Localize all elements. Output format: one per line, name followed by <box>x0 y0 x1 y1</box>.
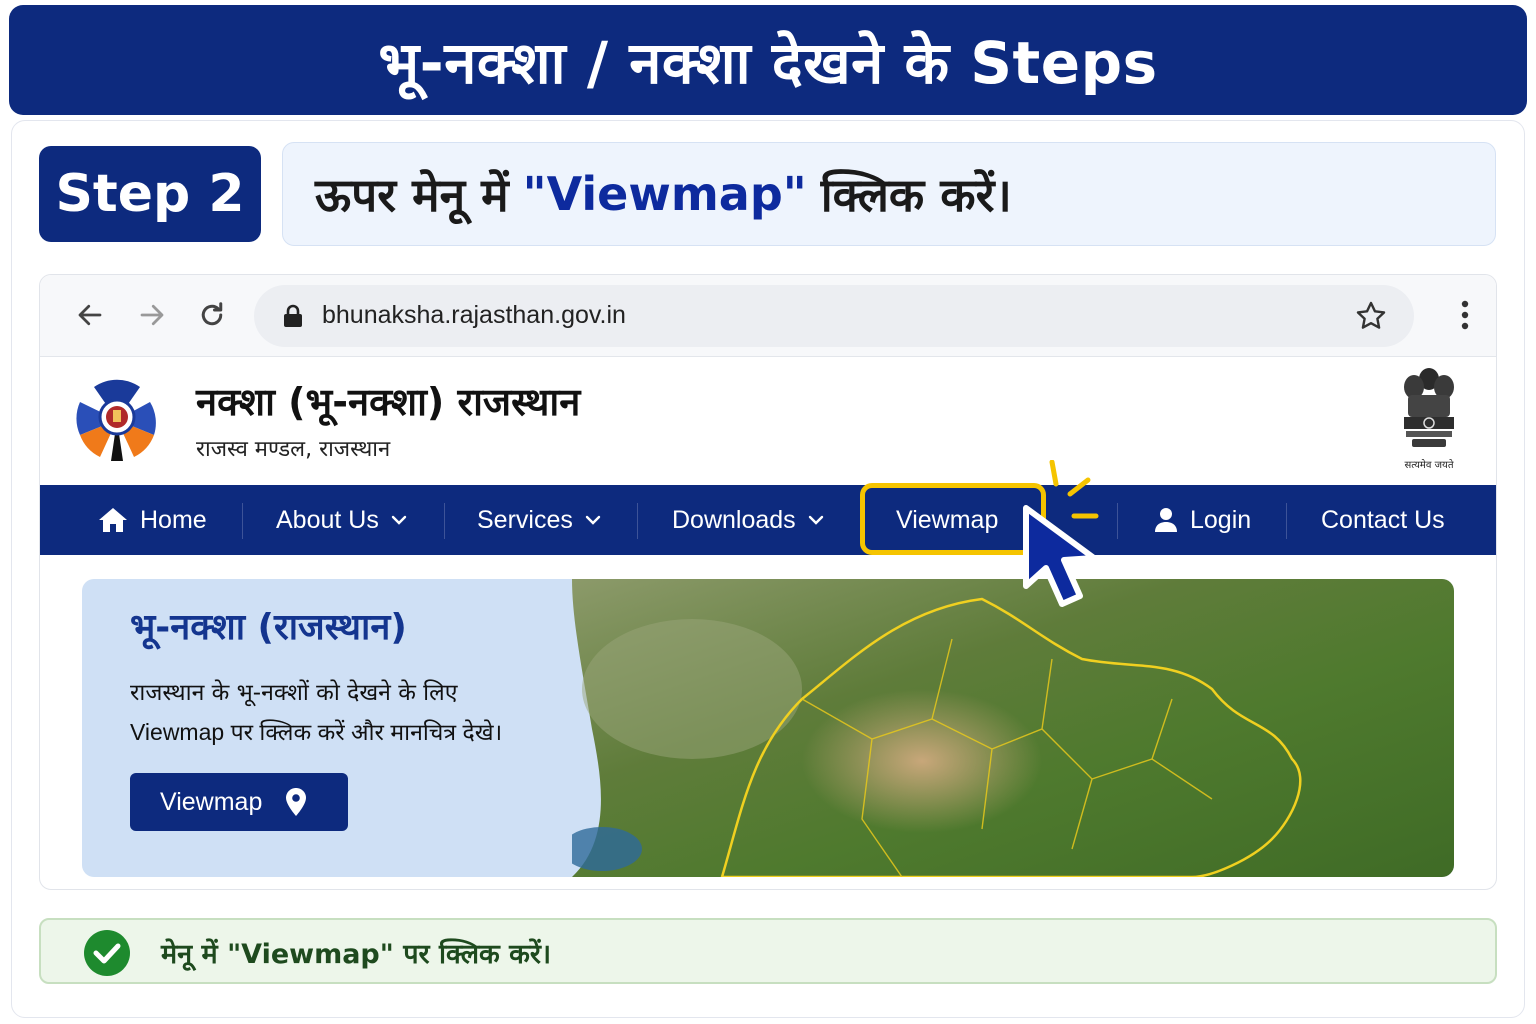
menu-divider <box>1286 503 1287 539</box>
hero-viewmap-button[interactable]: Viewmap <box>130 773 348 831</box>
revenue-board-logo-icon[interactable] <box>74 377 160 467</box>
menu-item-contact[interactable]: Contact Us <box>1321 485 1445 555</box>
menu-label-login: Login <box>1190 505 1252 534</box>
hero-banner: भू-नक्शा (राजस्थान) राजस्थान के भू-नक्शो… <box>82 579 1454 877</box>
site-title: नक्शा (भू-नक्शा) राजस्थान <box>196 380 581 424</box>
hero-button-label: Viewmap <box>160 787 263 816</box>
hero-description-line-1: राजस्थान के भू-नक्शों को देखने के लिए <box>130 680 458 706</box>
instruction-text-before: ऊपर मेनू में <box>315 168 509 222</box>
lock-icon <box>282 304 304 332</box>
national-emblem: सत्यमेव जयते <box>1394 365 1464 471</box>
step-instruction: ऊपर मेनू में "Viewmap" क्लिक करें। <box>282 142 1496 246</box>
menu-item-downloads[interactable]: Downloads <box>672 485 824 555</box>
banner-title: भू-नक्शा / नक्शा देखने के Steps <box>378 28 1158 97</box>
menu-item-about[interactable]: About Us <box>276 485 407 555</box>
address-bar[interactable]: bhunaksha.rajasthan.gov.in <box>254 285 1414 347</box>
menu-divider <box>637 503 638 539</box>
browser-window: bhunaksha.rajasthan.gov.in नक्शा (भू-नक्… <box>39 274 1497 890</box>
check-circle-icon <box>84 930 130 976</box>
menu-divider <box>444 503 445 539</box>
chevron-down-icon <box>391 515 407 525</box>
menu-label-downloads: Downloads <box>672 505 796 534</box>
forward-arrow-icon[interactable] <box>132 295 172 335</box>
title-banner: भू-नक्शा / नक्शा देखने के Steps <box>9 5 1527 115</box>
map-pin-icon <box>286 788 307 816</box>
menu-label-home: Home <box>140 505 207 534</box>
url-text: bhunaksha.rajasthan.gov.in <box>322 301 626 329</box>
menu-item-services[interactable]: Services <box>477 485 601 555</box>
bookmark-star-icon[interactable] <box>1354 299 1388 337</box>
success-tip: मेनू में "Viewmap" पर क्लिक करें। <box>39 918 1497 984</box>
menu-item-home[interactable]: Home <box>98 485 207 555</box>
instruction-text-after: क्लिक करें। <box>820 168 1012 222</box>
menu-label-services: Services <box>477 505 573 534</box>
ashoka-emblem-icon <box>1404 368 1454 447</box>
instruction-highlight: "Viewmap" <box>522 167 807 221</box>
main-menu-bar: Home About Us Services Downloads Viewmap… <box>40 485 1496 555</box>
chevron-down-icon <box>808 515 823 525</box>
site-subtitle: राजस्व मण्डल, राजस्थान <box>196 437 391 462</box>
reload-icon[interactable] <box>192 295 232 335</box>
step-badge: Step 2 <box>39 146 261 242</box>
chevron-down-icon <box>585 515 601 525</box>
menu-divider <box>242 503 243 539</box>
more-vert-icon[interactable] <box>1460 299 1470 335</box>
hero-title: भू-नक्शा (राजस्थान) <box>130 607 407 648</box>
site-header: नक्शा (भू-नक्शा) राजस्थान राजस्व मण्डल, … <box>40 357 1496 485</box>
browser-toolbar: bhunaksha.rajasthan.gov.in <box>40 275 1496 357</box>
mouse-pointer-icon <box>1023 505 1097 607</box>
emblem-caption: सत्यमेव जयते <box>1404 460 1454 471</box>
hero-description-line-2: Viewmap पर क्लिक करें और मानचित्र देखे। <box>130 719 503 745</box>
rajasthan-satellite-map <box>572 579 1454 877</box>
user-icon <box>1155 508 1177 532</box>
menu-label-contact: Contact Us <box>1321 505 1445 534</box>
success-message: मेनू में "Viewmap" पर क्लिक करें। <box>161 939 552 970</box>
menu-divider <box>1117 503 1118 539</box>
menu-label-about: About Us <box>276 505 379 534</box>
back-arrow-icon[interactable] <box>70 295 110 335</box>
menu-item-login[interactable]: Login <box>1154 485 1251 555</box>
home-icon <box>99 508 127 532</box>
